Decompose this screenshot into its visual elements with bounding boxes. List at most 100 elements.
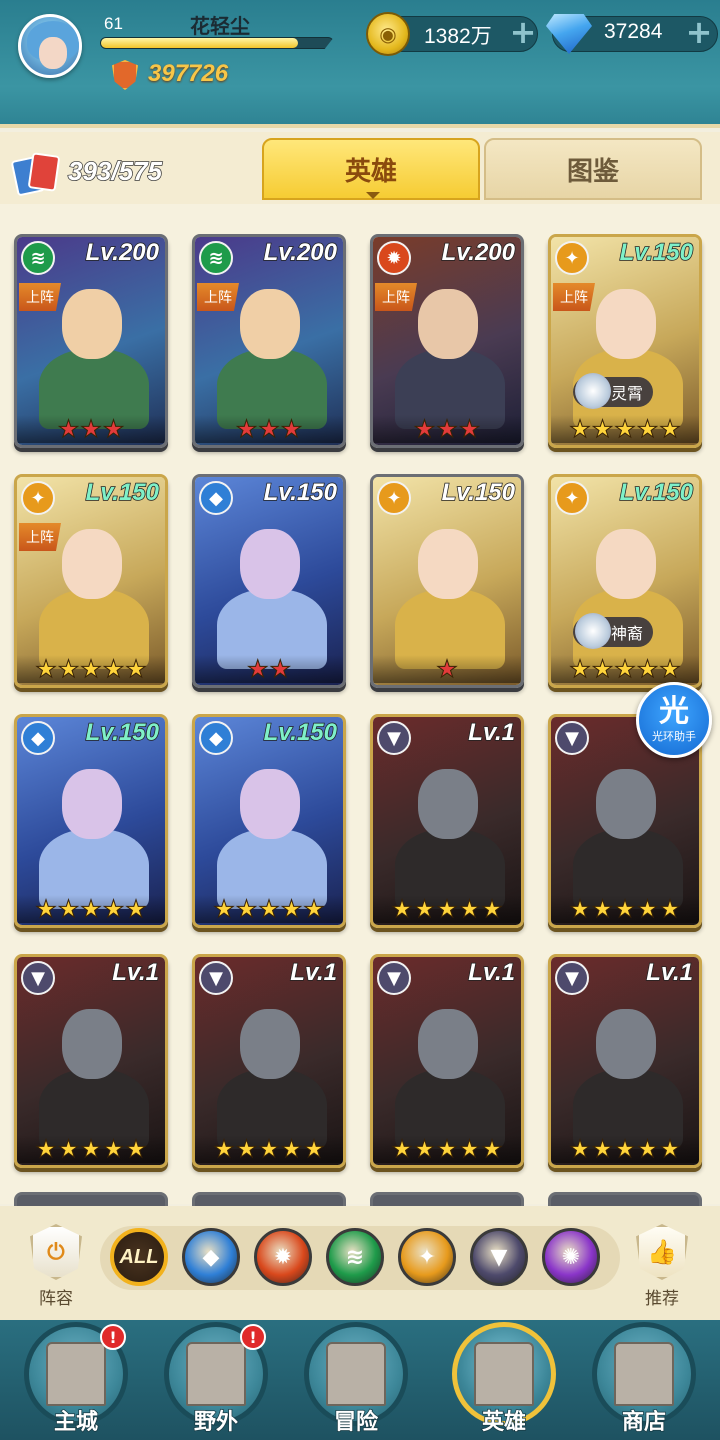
hero-title-badge: 灵霄 [573, 373, 654, 409]
nav-item-castle[interactable]: 主城! [20, 1322, 132, 1440]
star-icon: ★ [659, 895, 681, 924]
star-icon: ★ [303, 895, 325, 924]
nav-label: 英雄 [481, 1409, 527, 1436]
star-icon: ★ [80, 415, 102, 444]
star-icon: ★ [213, 895, 235, 924]
hero-card[interactable]: ▼Lv.1★★★★★ [370, 714, 524, 928]
hero-card[interactable]: ✦ Lv.150 ★ [370, 474, 524, 688]
star-icon: ★ [458, 415, 481, 444]
tab-heroes[interactable]: 英雄 [262, 138, 480, 200]
hero-card-partial[interactable] [192, 1192, 346, 1206]
star-icon: ★ [659, 655, 681, 684]
hero-level: Lv.1 [290, 958, 338, 987]
nav-item-wilderness[interactable]: 野外! [160, 1322, 272, 1440]
star-icon: ★ [569, 1135, 591, 1164]
avatar-face [39, 37, 67, 69]
filter-arcane-button[interactable]: ✺ [542, 1228, 600, 1286]
lineup-button[interactable]: ⏻ 阵容 [20, 1224, 92, 1314]
hero-head [418, 769, 478, 839]
shop-icon [614, 1342, 674, 1406]
filter-fire-button[interactable]: ✹ [254, 1228, 312, 1286]
dark-faction-icon: ▼ [555, 721, 589, 755]
hero-card[interactable]: ✦ Lv.150 神裔 ★ ★ ★ ★ ★ [548, 474, 702, 688]
star-icon: ★ [636, 1135, 659, 1164]
hero-star-rating: ★ ★ ★ ★ ★ [17, 1135, 165, 1164]
star-icon: ★ [591, 1135, 614, 1164]
hero-card[interactable]: ▼Lv.1★★★★★ [192, 954, 346, 1168]
hero-star-rating: ★ ★ ★ ★ ★ [551, 655, 699, 684]
player-name: 花轻尘 [190, 14, 250, 38]
hero-card[interactable]: ◆ Lv.150 ★ ★ [192, 474, 346, 688]
filter-light-button[interactable]: ✦ [398, 1228, 456, 1286]
star-icon: ★ [80, 655, 102, 684]
add-gems-button[interactable]: + [684, 16, 714, 48]
filter-water-button[interactable]: ◆ [182, 1228, 240, 1286]
light-faction-icon: ✦ [555, 241, 589, 275]
hero-card[interactable]: ✦ Lv.150 上阵 ★ ★ ★ ★ ★ [14, 474, 168, 688]
star-icon: ★ [125, 895, 147, 924]
star-icon: ★ [614, 895, 636, 924]
nav-item-shop[interactable]: 商店 [588, 1322, 700, 1440]
hero-level: Lv.1 [468, 718, 516, 747]
hero-star-rating: ★ [373, 655, 521, 684]
add-gold-button[interactable]: + [508, 16, 538, 48]
tab-codex[interactable]: 图鉴 [484, 138, 702, 200]
star-icon: ★ [636, 895, 659, 924]
hero-head [240, 769, 300, 839]
hero-level: Lv.150 [85, 718, 160, 747]
hero-card-partial[interactable] [14, 1192, 168, 1206]
hero-card[interactable]: ◆ Lv.150 ★ ★ ★ ★ ★ [192, 714, 346, 928]
hero-card[interactable]: ≋ Lv.200 上阵 ★ ★ ★ [192, 234, 346, 448]
hero-card-partial[interactable] [370, 1192, 524, 1206]
hero-card[interactable]: ≋ Lv.200 上阵 ★ ★ ★ [14, 234, 168, 448]
star-icon: ★ [102, 895, 125, 924]
player-avatar[interactable] [18, 14, 82, 78]
recommend-button[interactable]: 👍 推荐 [626, 1224, 698, 1314]
hero-head [418, 1009, 478, 1079]
dark-faction-icon: ▼ [555, 961, 589, 995]
filter-all-button[interactable]: ALL [110, 1228, 168, 1286]
hero-star-rating: ★ ★ ★ [373, 415, 521, 444]
star-icon: ★ [57, 415, 80, 444]
water-faction-icon: ◆ [21, 721, 55, 755]
filter-nature-button[interactable]: ≋ [326, 1228, 384, 1286]
aura-helper-button[interactable]: 光 光环助手 [636, 682, 712, 758]
adventure-icon [326, 1342, 386, 1406]
light-faction-icon: ✦ [555, 481, 589, 515]
star-icon: ★ [413, 415, 436, 444]
hero-head [418, 529, 478, 599]
star-icon: ★ [125, 655, 147, 684]
star-icon: ★ [258, 1135, 280, 1164]
hero-head [240, 1009, 300, 1079]
nav-item-hero-helmet[interactable]: 英雄 [448, 1322, 560, 1440]
water-faction-icon: ◆ [199, 481, 233, 515]
nav-item-adventure[interactable]: 冒险 [300, 1322, 412, 1440]
hero-star-rating: ★ ★ ★ [195, 415, 343, 444]
star-icon: ★ [391, 895, 413, 924]
star-icon: ★ [258, 415, 280, 444]
hero-card[interactable]: ▼Lv.1★★★★★ [14, 954, 168, 1168]
hero-card[interactable]: ✹ Lv.200 上阵 ★ ★ ★ [370, 234, 524, 448]
hero-star-rating: ★ ★ ★ ★ ★ [373, 895, 521, 924]
water-faction-icon: ◆ [199, 721, 233, 755]
hero-card[interactable]: ▼Lv.1★★★★★ [370, 954, 524, 1168]
star-icon: ★ [569, 895, 591, 924]
hero-card[interactable]: ✦ Lv.150 上阵 灵霄 ★ ★ ★ ★ ★ [548, 234, 702, 448]
star-icon: ★ [57, 1135, 80, 1164]
deployed-badge: 上阵 [19, 523, 61, 551]
hero-card[interactable]: ▼Lv.1★★★★★ [548, 954, 702, 1168]
hero-star-rating: ★ ★ ★ ★ ★ [551, 415, 699, 444]
notification-alert-icon: ! [240, 1324, 266, 1350]
wilderness-icon [186, 1342, 246, 1406]
hero-star-rating: ★ ★ ★ ★ ★ [195, 1135, 343, 1164]
hero-card-partial[interactable] [548, 1192, 702, 1206]
star-icon: ★ [258, 895, 280, 924]
star-icon: ★ [481, 1135, 503, 1164]
hero-grid: ≋ Lv.200 上阵 ★ ★ ★ ≋ Lv.200 上阵 ★ ★ ★ ✹ Lv.200 上阵 ★ ★ ★ ✦ Lv.… [0, 204, 720, 1204]
star-icon: ★ [591, 895, 614, 924]
hero-head [240, 289, 300, 359]
hero-level: Lv.150 [263, 478, 338, 507]
hero-card[interactable]: ◆ Lv.150 ★ ★ ★ ★ ★ [14, 714, 168, 928]
star-icon: ★ [458, 895, 481, 924]
filter-dark-button[interactable]: ▼ [470, 1228, 528, 1286]
